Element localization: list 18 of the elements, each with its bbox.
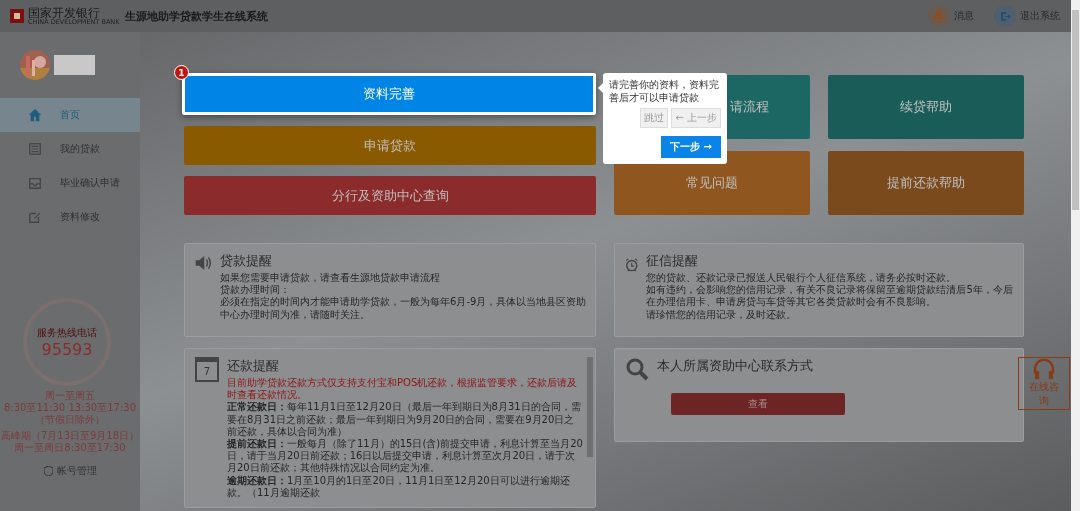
card-text: 目前助学贷款还款方式仅支持支付宝和POS机还款，根据监管要求，还款后请及时查看还款情况。 (227, 377, 579, 401)
hotline-number: 95593 (41, 339, 93, 359)
card-text: 逾期还款日：1月至10月的1日至20日，11月1日至12月20日可以进行逾期还款。（11月逾期还款 (227, 474, 571, 499)
system-title: 生源地助学贷款学生在线系统 (125, 8, 269, 24)
card-text: 您的贷款、还款记录已报送人民银行个人征信系统，请务必按时还款。 (646, 272, 958, 284)
card-title: 贷款提醒 (220, 252, 274, 270)
card-title: 还款提醒 (227, 357, 280, 375)
bank-name: 国家开发银行 (28, 6, 101, 19)
step-badge: 1 (174, 65, 189, 80)
card-text: 如有违约，会影响您的信用记录，有关不良记录将保留至逾期贷款结清后5年，今后在办理信用卡、申请房贷与车贷等其它各类贷款时会有不良影响。 (646, 284, 1014, 309)
popover-text: 请完善你的资料，资料完善后才可以申请贷款 (609, 78, 720, 104)
card-text: 如果您需要申请贷款，请查看生源地贷款申请流程 (220, 272, 442, 284)
card-text: 贷款办理时间： (220, 284, 292, 296)
hotline-caption: 服务热线电话 (37, 325, 97, 340)
card-title: 征信提醒 (646, 252, 700, 270)
card-title: 本人所属资助中心联系方式 (657, 357, 814, 375)
calendar-icon: 7 (195, 357, 219, 382)
card-text: 请珍惜您的信用记录，及时还款。 (646, 308, 798, 321)
